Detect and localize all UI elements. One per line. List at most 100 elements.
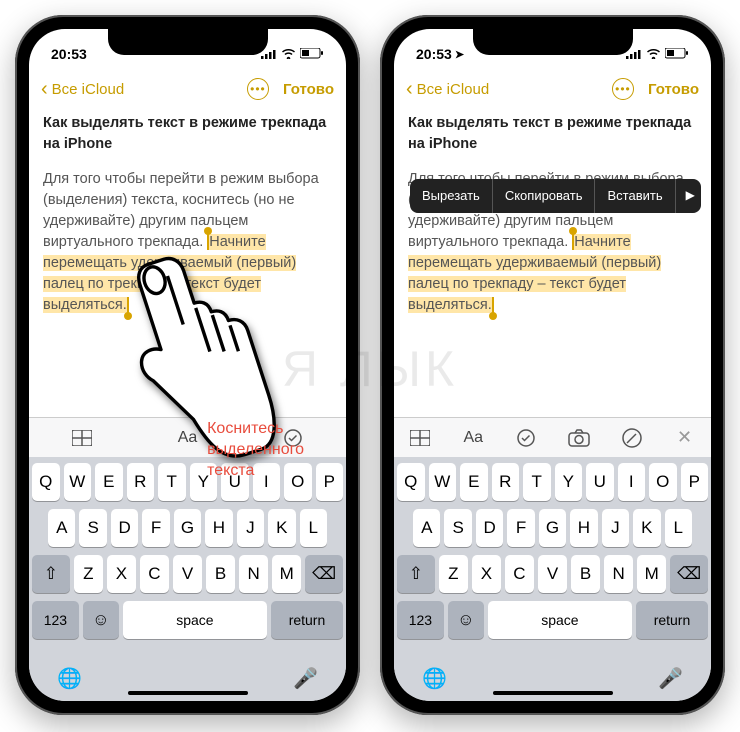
numbers-key[interactable]: 123 xyxy=(397,601,444,639)
close-toolbar-button[interactable]: ✕ xyxy=(672,425,698,451)
key-e[interactable]: E xyxy=(460,463,488,501)
key-f[interactable]: F xyxy=(507,509,534,547)
cut-action[interactable]: Вырезать xyxy=(410,179,493,213)
key-z[interactable]: Z xyxy=(74,555,103,593)
key-n[interactable]: N xyxy=(604,555,633,593)
key-row-2: ASDFGHJKL xyxy=(397,509,708,547)
key-q[interactable]: Q xyxy=(32,463,60,501)
home-indicator[interactable] xyxy=(493,691,613,695)
key-h[interactable]: H xyxy=(570,509,597,547)
chevron-left-icon: ‹ xyxy=(41,78,48,101)
delete-key[interactable]: ⌫ xyxy=(670,555,708,593)
key-g[interactable]: G xyxy=(174,509,201,547)
space-key[interactable]: space xyxy=(123,601,267,639)
key-w[interactable]: W xyxy=(64,463,92,501)
key-row-4: 123 ☺ space return xyxy=(32,601,343,639)
key-row-3: ⇧ ZXCVBNM ⌫ xyxy=(397,555,708,593)
table-button[interactable] xyxy=(407,425,433,451)
emoji-key[interactable]: ☺ xyxy=(448,601,484,639)
key-m[interactable]: M xyxy=(637,555,666,593)
key-l[interactable]: L xyxy=(665,509,692,547)
key-f[interactable]: F xyxy=(142,509,169,547)
key-l[interactable]: L xyxy=(300,509,327,547)
keyboard[interactable]: QWERTYUIOP ASDFGHJKL ⇧ ZXCVBNM ⌫ 123 ☺ s… xyxy=(394,457,711,655)
key-s[interactable]: S xyxy=(444,509,471,547)
checklist-button[interactable] xyxy=(513,425,539,451)
home-indicator[interactable] xyxy=(128,691,248,695)
key-z[interactable]: Z xyxy=(439,555,468,593)
context-more-arrow[interactable]: ▶ xyxy=(676,187,705,204)
key-k[interactable]: K xyxy=(268,509,295,547)
return-key[interactable]: return xyxy=(271,601,343,639)
key-o[interactable]: O xyxy=(649,463,677,501)
globe-key[interactable]: 🌐 xyxy=(422,666,447,691)
key-w[interactable]: W xyxy=(429,463,457,501)
key-x[interactable]: X xyxy=(472,555,501,593)
emoji-key[interactable]: ☺ xyxy=(83,601,119,639)
key-h[interactable]: H xyxy=(205,509,232,547)
done-button[interactable]: Готово xyxy=(648,81,699,98)
key-a[interactable]: A xyxy=(413,509,440,547)
key-k[interactable]: K xyxy=(633,509,660,547)
instruction-label: Коснитесь выделенного текста xyxy=(207,419,304,481)
key-e[interactable]: E xyxy=(95,463,123,501)
delete-key[interactable]: ⌫ xyxy=(305,555,343,593)
key-p[interactable]: P xyxy=(681,463,709,501)
return-key[interactable]: return xyxy=(636,601,708,639)
wifi-icon xyxy=(281,46,296,62)
key-j[interactable]: J xyxy=(602,509,629,547)
note-content[interactable]: Как выделять текст в режиме трекпада на … xyxy=(394,109,711,417)
shift-key[interactable]: ⇧ xyxy=(397,555,435,593)
key-q[interactable]: Q xyxy=(397,463,425,501)
location-icon: ➤ xyxy=(455,48,464,61)
key-row-1: QWERTYUIOP xyxy=(397,463,708,501)
back-button[interactable]: ‹ Все iCloud xyxy=(41,78,124,101)
battery-icon xyxy=(300,46,324,62)
key-v[interactable]: V xyxy=(173,555,202,593)
nav-bar: ‹ Все iCloud ••• Готово xyxy=(394,69,711,109)
key-a[interactable]: A xyxy=(48,509,75,547)
copy-action[interactable]: Скопировать xyxy=(493,179,596,213)
key-i[interactable]: I xyxy=(618,463,646,501)
key-row-2: ASDFGHJKL xyxy=(32,509,343,547)
key-j[interactable]: J xyxy=(237,509,264,547)
key-c[interactable]: C xyxy=(140,555,169,593)
key-x[interactable]: X xyxy=(107,555,136,593)
key-r[interactable]: R xyxy=(492,463,520,501)
more-button[interactable]: ••• xyxy=(247,78,269,100)
mic-key[interactable]: 🎤 xyxy=(658,666,683,691)
key-u[interactable]: U xyxy=(586,463,614,501)
shift-key[interactable]: ⇧ xyxy=(32,555,70,593)
key-g[interactable]: G xyxy=(539,509,566,547)
key-n[interactable]: N xyxy=(239,555,268,593)
note-title: Как выделять текст в режиме трекпада на … xyxy=(43,113,332,155)
key-d[interactable]: D xyxy=(111,509,138,547)
back-button[interactable]: ‹ Все iCloud xyxy=(406,78,489,101)
mic-key[interactable]: 🎤 xyxy=(293,666,318,691)
key-y[interactable]: Y xyxy=(555,463,583,501)
camera-button[interactable] xyxy=(566,425,592,451)
wifi-icon xyxy=(646,46,661,62)
key-s[interactable]: S xyxy=(79,509,106,547)
paste-action[interactable]: Вставить xyxy=(595,179,675,213)
markup-button[interactable] xyxy=(619,425,645,451)
numbers-key[interactable]: 123 xyxy=(32,601,79,639)
key-c[interactable]: C xyxy=(505,555,534,593)
key-b[interactable]: B xyxy=(206,555,235,593)
text-style-button[interactable]: Aa xyxy=(460,425,486,451)
back-label: Все iCloud xyxy=(417,81,490,98)
key-b[interactable]: B xyxy=(571,555,600,593)
note-title: Как выделять текст в режиме трекпада на … xyxy=(408,113,697,155)
key-p[interactable]: P xyxy=(316,463,344,501)
key-t[interactable]: T xyxy=(523,463,551,501)
done-button[interactable]: Готово xyxy=(283,81,334,98)
more-button[interactable]: ••• xyxy=(612,78,634,100)
chevron-left-icon: ‹ xyxy=(406,78,413,101)
space-key[interactable]: space xyxy=(488,601,632,639)
table-button[interactable] xyxy=(69,425,95,451)
key-v[interactable]: V xyxy=(538,555,567,593)
key-d[interactable]: D xyxy=(476,509,503,547)
key-m[interactable]: M xyxy=(272,555,301,593)
globe-key[interactable]: 🌐 xyxy=(57,666,82,691)
text-context-menu: Вырезать Скопировать Вставить ▶ xyxy=(410,179,701,213)
